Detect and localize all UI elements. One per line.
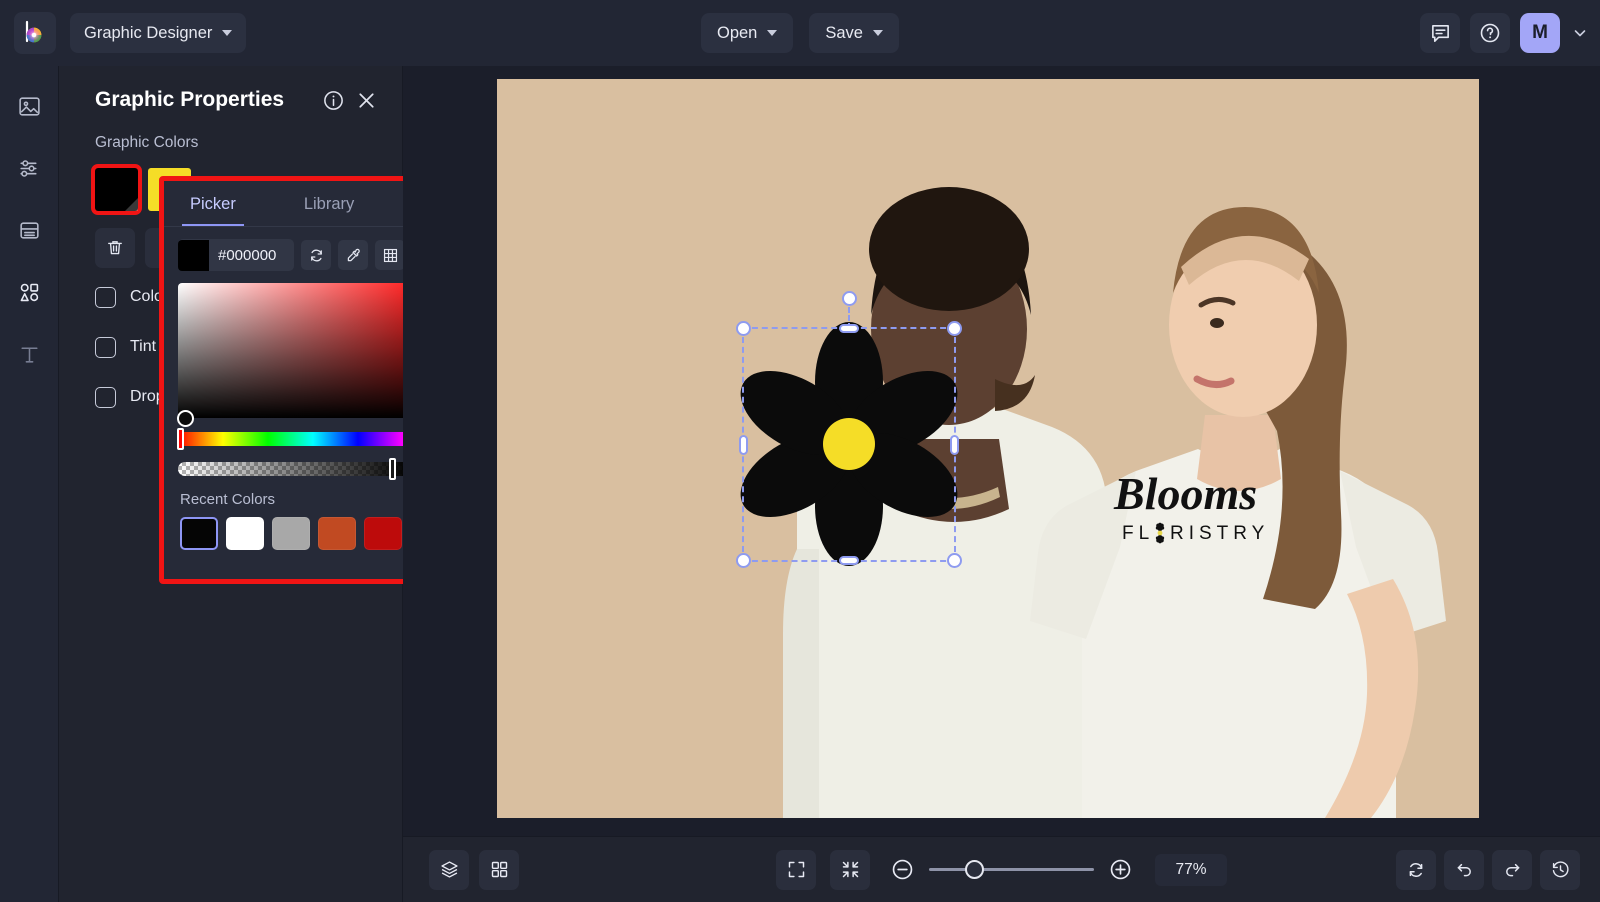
- canvas-area[interactable]: Blooms FL RISTRY: [403, 66, 1600, 836]
- delete-button[interactable]: [95, 228, 135, 268]
- avatar[interactable]: M: [1520, 13, 1560, 53]
- artboard[interactable]: Blooms FL RISTRY: [497, 79, 1479, 818]
- color-swatch-black[interactable]: [91, 164, 142, 215]
- minus-circle-icon: [890, 857, 915, 882]
- avatar-initial: M: [1532, 22, 1548, 43]
- palette-grid-button[interactable]: [375, 240, 405, 270]
- chevron-down-icon: [767, 30, 778, 36]
- selection-bounding-box[interactable]: [736, 291, 962, 568]
- undo-icon: [1454, 859, 1475, 880]
- grid-icon: [382, 247, 399, 264]
- sidebar-item-graphics[interactable]: [9, 272, 49, 312]
- checkbox-color-overlay[interactable]: [95, 286, 116, 308]
- close-icon[interactable]: [355, 89, 378, 112]
- option-label: Tint: [130, 338, 157, 355]
- info-icon[interactable]: [322, 89, 345, 112]
- fit-content-button[interactable]: [830, 849, 870, 890]
- expand-icon: [786, 859, 807, 880]
- alpha-slider[interactable]: [178, 457, 410, 480]
- chevron-down-icon: [872, 30, 883, 36]
- svg-text:RISTRY: RISTRY: [1170, 523, 1269, 544]
- hue-slider-handle[interactable]: [177, 428, 184, 450]
- bottom-bar: 77%: [403, 836, 1600, 902]
- tool-rail: [0, 66, 59, 902]
- resize-handle-middle-right[interactable]: [950, 434, 959, 455]
- plus-circle-icon: [1108, 857, 1133, 882]
- bottom-right-actions: [1396, 849, 1580, 890]
- svg-text:FL: FL: [1122, 523, 1154, 544]
- top-right-actions: M: [1420, 0, 1588, 66]
- resize-handle-middle-left[interactable]: [739, 434, 748, 455]
- refresh-icon: [1406, 860, 1426, 880]
- page-title: Graphic Properties: [95, 88, 285, 111]
- save-button[interactable]: Save: [809, 13, 899, 53]
- collapse-icon: [840, 859, 861, 880]
- help-button[interactable]: [1470, 13, 1510, 53]
- hex-input[interactable]: #000000: [178, 239, 294, 271]
- account-menu-chevron-down-icon[interactable]: [1572, 25, 1588, 41]
- top-bar: Graphic Designer Open Save M: [0, 0, 1600, 66]
- tab-library[interactable]: Library: [296, 195, 362, 226]
- zoom-in-button[interactable]: [1108, 857, 1133, 882]
- sidebar-item-text[interactable]: [9, 334, 49, 374]
- eyedropper-icon: [345, 247, 362, 264]
- recent-color-1[interactable]: [226, 517, 264, 550]
- current-color-preview: [178, 239, 209, 271]
- svg-text:Blooms: Blooms: [1113, 468, 1257, 519]
- resize-handle-top-right[interactable]: [947, 321, 962, 336]
- resize-handle-top-left[interactable]: [736, 321, 751, 336]
- tab-label: Picker: [190, 195, 236, 213]
- open-label: Open: [717, 23, 758, 42]
- sidebar-item-layout[interactable]: [9, 210, 49, 250]
- resize-handle-bottom-right[interactable]: [947, 553, 962, 568]
- help-circle-icon: [1479, 22, 1501, 44]
- fit-screen-button[interactable]: [776, 849, 816, 890]
- reset-button[interactable]: [1396, 849, 1436, 890]
- swatch-corner-marker: [125, 198, 138, 211]
- open-button[interactable]: Open: [701, 13, 794, 53]
- top-center-actions: Open Save: [0, 0, 1600, 66]
- history-button[interactable]: [1540, 849, 1580, 890]
- save-label: Save: [825, 23, 863, 42]
- resize-handle-bottom-left[interactable]: [736, 553, 751, 568]
- mockup-photo: Blooms FL RISTRY: [497, 79, 1479, 818]
- comment-icon: [1430, 23, 1451, 44]
- tab-label: Library: [303, 195, 355, 213]
- recent-color-0[interactable]: [180, 517, 218, 550]
- checkbox-tint[interactable]: [95, 336, 116, 358]
- redo-icon: [1502, 859, 1523, 880]
- resize-handle-bottom-center[interactable]: [839, 556, 859, 565]
- app-root: Graphic Designer Open Save M Graphic Pro…: [0, 0, 1600, 902]
- feedback-button[interactable]: [1420, 13, 1460, 53]
- sidebar-item-adjustments[interactable]: [9, 148, 49, 188]
- hex-value: #000000: [218, 246, 277, 264]
- checkbox-drop-shadow[interactable]: [95, 386, 116, 408]
- redo-button[interactable]: [1492, 849, 1532, 890]
- recent-color-4[interactable]: [364, 517, 402, 550]
- alpha-slider-handle[interactable]: [389, 457, 396, 480]
- eyedropper-button[interactable]: [338, 240, 368, 270]
- resize-handle-top-center[interactable]: [839, 324, 859, 333]
- zoom-slider-handle[interactable]: [965, 860, 984, 879]
- zoom-slider[interactable]: [929, 860, 1094, 879]
- saturation-value-handle[interactable]: [177, 410, 194, 427]
- graphic-colors-label: Graphic Colors: [95, 134, 199, 151]
- rotation-handle[interactable]: [841, 291, 857, 306]
- refresh-icon: [308, 247, 325, 264]
- history-icon: [1550, 859, 1571, 880]
- recent-color-3[interactable]: [318, 517, 356, 550]
- convert-color-button[interactable]: [301, 240, 331, 270]
- sidebar-item-image[interactable]: [9, 86, 49, 126]
- zoom-level-input[interactable]: 77%: [1155, 853, 1227, 886]
- zoom-out-button[interactable]: [890, 857, 915, 882]
- tab-picker[interactable]: Picker: [182, 195, 244, 226]
- recent-color-2[interactable]: [272, 517, 310, 550]
- panel-header: Graphic Properties: [59, 66, 402, 112]
- undo-button[interactable]: [1444, 849, 1484, 890]
- zoom-level-value: 77%: [1175, 860, 1207, 878]
